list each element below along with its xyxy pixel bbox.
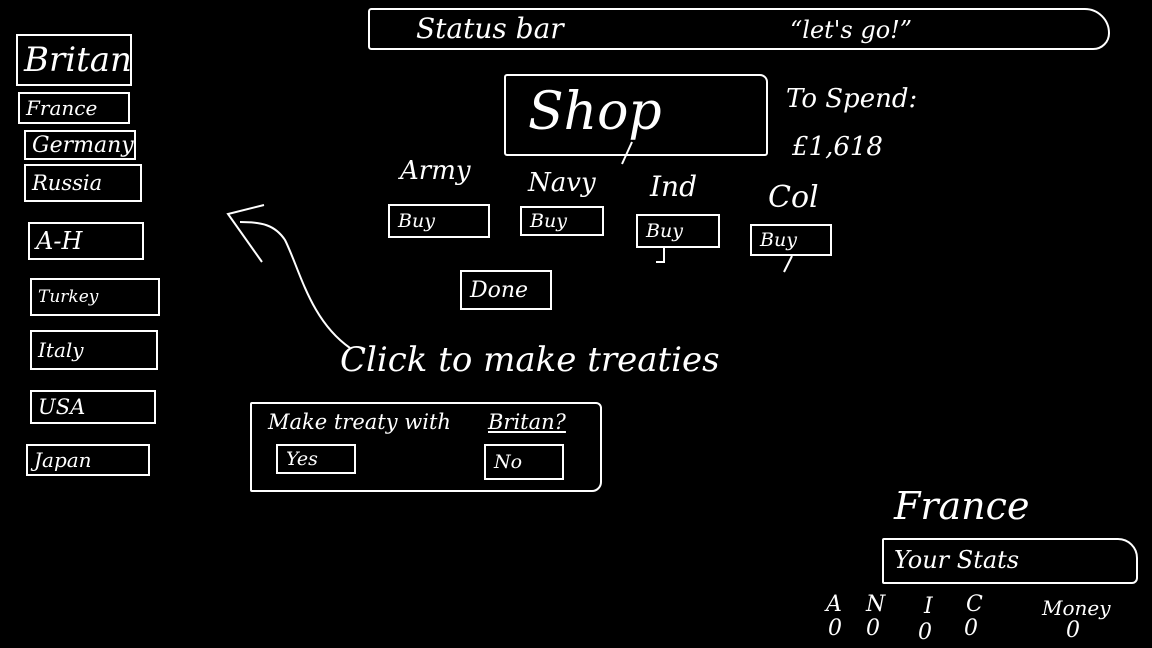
stat-n-label: N: [866, 592, 886, 617]
country-label: Japan: [34, 448, 92, 472]
country-button-japan[interactable]: Japan: [26, 444, 150, 476]
to-spend-value: £1,618: [792, 132, 883, 162]
stat-c-value: 0: [964, 616, 978, 641]
country-label: France: [26, 96, 98, 120]
buy-label: Buy: [530, 210, 567, 232]
buy-col-button[interactable]: Buy: [750, 224, 832, 256]
status-bar: Status bar “let's go!”: [368, 8, 1110, 50]
country-button-france[interactable]: France: [18, 92, 130, 124]
buy-label: Buy: [760, 229, 797, 251]
status-bar-label: Status bar: [416, 12, 564, 45]
no-label: No: [494, 451, 523, 473]
buy-navy-button[interactable]: Buy: [520, 206, 604, 236]
player-country: France: [894, 484, 1030, 528]
status-bar-message: “let's go!”: [790, 16, 913, 44]
country-label: Turkey: [38, 287, 99, 307]
buy-army-button[interactable]: Buy: [388, 204, 490, 238]
to-spend-label: To Spend:: [786, 84, 918, 114]
country-label: USA: [38, 395, 86, 419]
country-button-britan[interactable]: Britan: [16, 34, 132, 86]
buy-label: Buy: [398, 210, 435, 232]
shop-title: Shop: [528, 82, 662, 142]
category-col-label: Col: [768, 180, 819, 215]
country-button-a-h[interactable]: A-H: [28, 222, 144, 260]
stat-n-value: 0: [866, 616, 880, 641]
stat-c-label: C: [966, 592, 983, 617]
your-stats-label: Your Stats: [894, 546, 1020, 574]
done-button[interactable]: Done: [460, 270, 552, 310]
stat-money-value: 0: [1066, 618, 1080, 643]
stat-a-value: 0: [828, 616, 842, 641]
category-navy-label: Navy: [528, 168, 596, 198]
treaty-dialog: Make treaty with Britan? Yes No: [250, 402, 602, 492]
country-button-russia[interactable]: Russia: [24, 164, 142, 202]
country-label: Russia: [32, 171, 103, 195]
country-label: Italy: [38, 338, 84, 362]
country-button-italy[interactable]: Italy: [30, 330, 158, 370]
done-label: Done: [470, 277, 529, 303]
treaty-target: Britan?: [488, 410, 566, 434]
category-army-label: Army: [400, 156, 471, 186]
your-stats-box: Your Stats: [882, 538, 1138, 584]
country-label: Britan: [24, 40, 132, 80]
treaty-prompt: Make treaty with: [268, 410, 451, 434]
shop-title-box: Shop: [504, 74, 768, 156]
category-ind-label: Ind: [650, 170, 698, 203]
country-button-germany[interactable]: Germany: [24, 130, 136, 160]
country-label: Germany: [32, 132, 134, 158]
yes-label: Yes: [286, 448, 318, 470]
buy-ind-button[interactable]: Buy: [636, 214, 720, 248]
country-button-usa[interactable]: USA: [30, 390, 156, 424]
treaty-hint-text: Click to make treaties: [340, 340, 720, 380]
stat-money-label: Money: [1042, 596, 1111, 620]
treaty-no-button[interactable]: No: [484, 444, 564, 480]
country-button-turkey[interactable]: Turkey: [30, 278, 160, 316]
treaty-yes-button[interactable]: Yes: [276, 444, 356, 474]
stat-i-label: I: [924, 594, 933, 619]
stat-i-value: 0: [918, 620, 932, 645]
country-label: A-H: [36, 227, 83, 255]
stat-a-label: A: [826, 592, 842, 617]
buy-label: Buy: [646, 220, 683, 242]
